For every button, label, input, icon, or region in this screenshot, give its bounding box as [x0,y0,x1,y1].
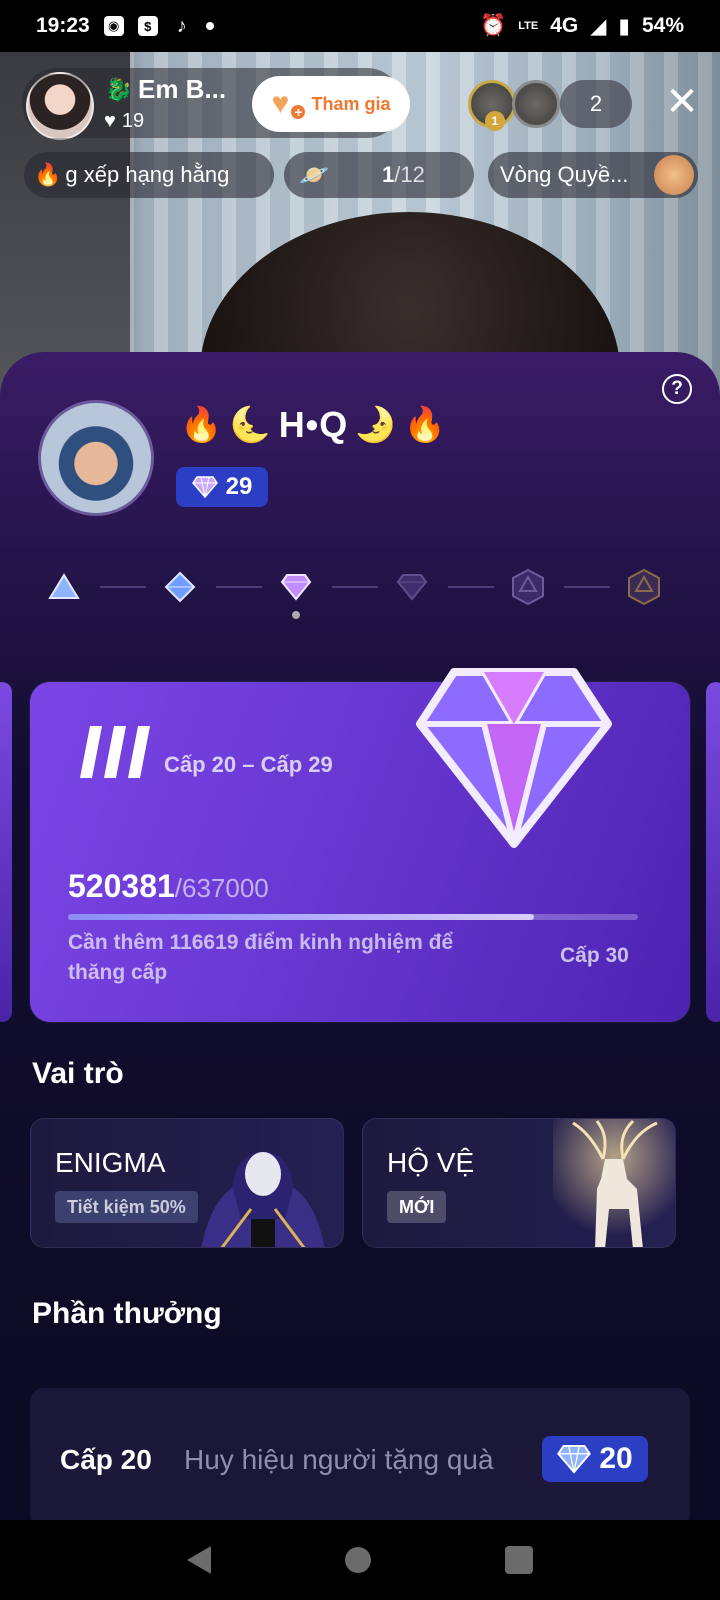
tier-roman-numeral [80,726,150,778]
next-tier-card[interactable] [706,682,720,1022]
heart-plus-icon: ♥ + [271,89,308,121]
track-line [564,586,610,588]
host-likes-count: 19 [121,110,145,132]
second-viewer-avatar[interactable] [512,80,560,128]
tier-6-icon[interactable] [624,567,664,607]
role-card-enigma[interactable]: ENIGMA Tiết kiệm 50% [30,1118,344,1248]
max-xp: /637000 [174,873,269,903]
more-notifications-dot [205,22,214,30]
join-button[interactable]: ♥ + Tham gia [252,76,410,132]
user-level: 29 [225,473,253,500]
top-viewer-avatar[interactable]: 1 [468,80,516,131]
level-range: Cấp 20 – Cấp 29 [164,752,333,777]
tier-5-icon[interactable] [508,567,548,607]
track-line [332,586,378,588]
round-label: Vòng Quyề... [500,162,629,187]
role-name: ENIGMA [55,1147,166,1178]
enigma-hooded-figure [201,1151,325,1247]
track-line [448,586,494,588]
help-icon[interactable]: ? [662,374,692,404]
round-reward-icon [654,155,694,195]
dragon-icon: 🐉 [105,76,133,102]
role-card-guardian[interactable]: HỘ VỆ MỚI [362,1118,676,1248]
new-badge: MỚI [387,1191,447,1223]
tier-3-icon[interactable] [276,567,316,607]
host-name-text: Em B... [138,74,227,104]
close-icon[interactable]: ✕ [660,80,704,124]
diamond-icon [557,1444,592,1474]
battery-percent: 54% [641,14,684,37]
reward-name: Huy hiệu người tặng quà [184,1444,494,1475]
roles-title: Vai trò [32,1057,124,1090]
daily-rank-label: g xếp hạng hằng [65,162,230,187]
app-notification-icon: ◉ [103,16,124,36]
gifter-badge-value: 20 [599,1442,633,1475]
recent-apps-icon[interactable] [505,1546,533,1574]
user-name: 🔥 🌜 H•Q 🌛 🔥 [180,404,447,446]
user-name-text: H•Q [278,404,349,445]
xp-progress-fill [68,914,534,920]
volte-icon: LTE [518,19,539,32]
shopping-bag-icon: $ [137,16,158,36]
alarm-icon: ⏰ [480,14,507,37]
deer-figure [553,1119,675,1247]
tier-1-icon[interactable] [44,567,84,607]
battery-icon: ▮ [618,14,630,38]
previous-tier-card[interactable] [0,682,12,1022]
role-tag: Tiết kiệm 50% [55,1191,198,1223]
role-name: HỘ VỆ [387,1147,475,1178]
back-icon[interactable] [187,1546,211,1574]
tier-track [40,557,680,619]
fire-icon: 🔥 [34,162,62,187]
round-chip[interactable]: Vòng Quyề... [488,152,698,198]
viewer-rank-badge: 1 [485,111,505,131]
network-type: 4G [550,14,579,37]
current-tier-indicator [292,611,300,619]
gifter-badge: 20 [542,1436,648,1482]
host-name[interactable]: 🐉 Em B... [104,74,226,105]
diamond-icon [191,476,218,498]
daily-rank-chip[interactable]: 🔥 g xếp hạng hằng [24,152,274,198]
level-up-hint: Cần thêm 116619 điểm kinh nghiệm để thăn… [68,931,454,984]
gifter-level-sheet: ? 🔥 🌜 H•Q 🌛 🔥 29 Cấp 20 – Cấp 29 520381/… [0,352,720,1520]
status-time: 19:23 [36,14,90,37]
home-icon[interactable] [345,1547,371,1573]
planet-icon: 🪐 [299,161,329,189]
join-label: Tham gia [311,93,391,114]
reward-level: Cấp 20 [60,1444,152,1475]
viewer-count[interactable]: 2 [560,80,632,128]
xp-progress-bar [68,914,638,920]
current-xp: 520381/637000 [68,868,269,904]
moon-icon: 🌛 [354,406,398,444]
system-nav-bar [0,1520,720,1600]
fire-icon: 🔥 [403,406,447,444]
track-line [216,586,262,588]
user-avatar[interactable] [38,400,154,516]
fire-icon: 🔥 [180,406,224,444]
tiktok-icon: ♪ [176,14,187,37]
status-bar: 19:23 ◉ $ ♪ ⏰ LTE 4G ◢ ▮ 54% [0,0,720,52]
planet-progress: 1/12 [382,162,425,187]
reward-row[interactable]: Cấp 20 Huy hiệu người tặng quà 20 [30,1388,690,1520]
moon-icon: 🌜 [229,406,273,444]
heart-icon: ♥ [104,110,116,132]
planet-progress-chip[interactable]: 🪐 1/12 [284,152,474,198]
tier-4-icon[interactable] [392,567,432,607]
host-likes: ♥ 19 [104,110,144,133]
tier-2-icon[interactable] [160,567,200,607]
signal-icon: ◢ [590,14,607,38]
track-line [100,586,146,588]
next-level: Cấp 30 [560,944,629,967]
user-level-badge: 29 [176,467,268,507]
diamond-icon [416,668,612,848]
level-card[interactable]: Cấp 20 – Cấp 29 520381/637000 Cần thêm 1… [30,668,690,1022]
rewards-title: Phần thưởng [32,1297,222,1330]
host-avatar[interactable] [26,72,94,140]
